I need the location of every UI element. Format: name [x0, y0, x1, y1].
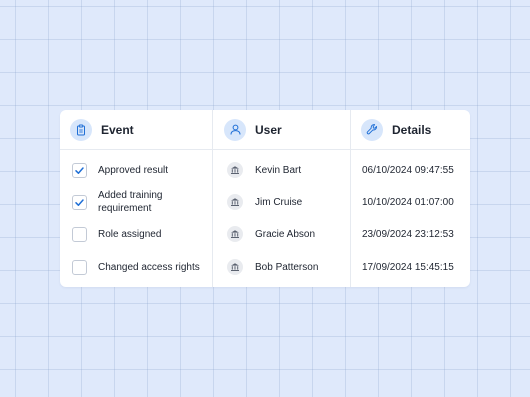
table-row: Kevin Bart	[213, 161, 351, 179]
user-name: Gracie Abson	[255, 228, 316, 240]
wrench-icon	[361, 118, 383, 141]
details-column-header: Details	[351, 110, 470, 150]
user-icon	[224, 118, 246, 141]
row-checkbox-checked[interactable]	[72, 162, 87, 178]
bank-icon	[227, 194, 243, 210]
row-checkbox-checked[interactable]	[72, 194, 87, 210]
timestamp: 10/10/2024 01:07:00	[362, 196, 454, 208]
event-label: Role assigned	[98, 228, 162, 240]
table-row: Role assigned	[60, 225, 212, 243]
table-row: Added training requirement	[60, 188, 212, 216]
event-column: Event Approved result Added training req…	[60, 110, 212, 287]
user-header-label: User	[255, 122, 282, 137]
checkmark-icon	[75, 198, 84, 206]
timestamp: 06/10/2024 09:47:55	[362, 164, 454, 176]
bank-icon	[227, 162, 243, 178]
timestamp: 23/09/2024 23:12:53	[362, 228, 454, 240]
bank-icon	[227, 226, 243, 242]
table-row: Approved result	[60, 161, 212, 179]
table-row: Gracie Abson	[213, 225, 351, 243]
bank-icon	[227, 259, 243, 275]
user-column-header: User	[213, 110, 351, 150]
event-column-header: Event	[60, 110, 212, 150]
row-checkbox[interactable]	[72, 226, 87, 242]
user-name: Bob Patterson	[255, 261, 319, 273]
checkmark-icon	[75, 166, 84, 174]
event-label: Changed access rights	[98, 261, 200, 273]
table-row: 23/09/2024 23:12:53	[351, 225, 470, 243]
user-column: User Kevin Bart Jim Cruise Gracie Abson …	[212, 110, 351, 287]
table-row: Changed access rights	[60, 258, 212, 276]
table-row: Jim Cruise	[213, 188, 351, 216]
details-column: Details 06/10/2024 09:47:55 10/10/2024 0…	[350, 110, 470, 287]
user-name: Jim Cruise	[255, 196, 303, 208]
event-header-label: Event	[101, 122, 134, 137]
table-row: Bob Patterson	[213, 258, 351, 276]
table-row: 17/09/2024 15:45:15	[351, 258, 470, 276]
timestamp: 17/09/2024 15:45:15	[362, 261, 454, 273]
table-row: 10/10/2024 01:07:00	[351, 188, 470, 216]
audit-table: Event Approved result Added training req…	[60, 110, 470, 287]
event-label: Added training requirement	[98, 190, 163, 214]
details-header-label: Details	[392, 122, 432, 137]
user-name: Kevin Bart	[255, 164, 302, 176]
table-row: 06/10/2024 09:47:55	[351, 161, 470, 179]
row-checkbox[interactable]	[72, 259, 87, 275]
event-label: Approved result	[98, 164, 169, 176]
clipboard-icon	[70, 118, 92, 141]
